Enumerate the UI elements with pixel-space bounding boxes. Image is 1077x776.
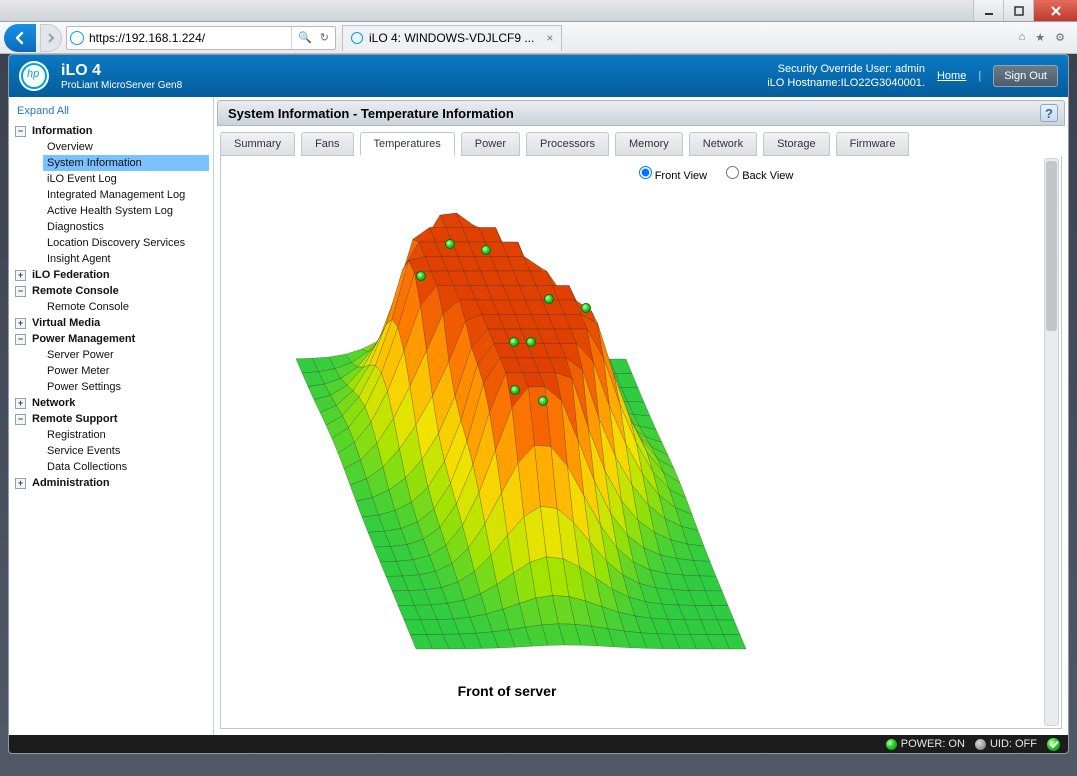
tree-toggle-icon[interactable]: + [15,478,26,489]
tab-network[interactable]: Network [689,132,757,156]
tree-toggle-icon[interactable]: − [15,334,26,345]
status-bar: POWER: ON UID: OFF [9,735,1068,753]
address-bar[interactable]: 🔍 ↻ [66,26,336,50]
tree-toggle-icon[interactable]: − [15,286,26,297]
tree-toggle-icon[interactable]: + [15,398,26,409]
sidebar-item-ilo-event-log[interactable]: iLO Event Log [43,171,209,187]
hp-logo [19,61,49,91]
page-title: System Information - Temperature Informa… [228,106,514,121]
sidebar-section-information[interactable]: −Information [13,123,209,139]
tab-memory[interactable]: Memory [615,132,683,156]
tab-summary[interactable]: Summary [220,132,295,156]
sidebar-item-insight-agent[interactable]: Insight Agent [43,251,209,267]
sidebar: Expand All −InformationOverviewSystem In… [9,97,214,735]
tab-title: iLO 4: WINDOWS-VDJLCF9 ... [369,31,534,45]
tab-processors[interactable]: Processors [526,132,609,156]
window-titlebar [0,0,1077,22]
home-icon[interactable]: ⌂ [1019,31,1026,44]
site-icon [67,31,87,45]
search-icon[interactable]: 🔍 [298,31,312,44]
scrollbar[interactable] [1044,158,1059,726]
tab-fans[interactable]: Fans [301,132,353,156]
tree-toggle-icon[interactable]: + [15,270,26,281]
uid-status: UID: OFF [975,738,1037,750]
tab-firmware[interactable]: Firmware [836,132,910,156]
sidebar-item-power-meter[interactable]: Power Meter [43,363,209,379]
tab-close-icon[interactable]: × [546,31,553,45]
tab-power[interactable]: Power [461,132,520,156]
temperature-chart: Front of server [237,190,777,705]
power-status: POWER: ON [886,738,965,750]
sidebar-section-remote-support[interactable]: −Remote Support [13,411,209,427]
refresh-icon[interactable]: ↻ [320,31,329,44]
sidebar-item-remote-console[interactable]: Remote Console [43,299,209,315]
browser-toolbar: 🔍 ↻ iLO 4: WINDOWS-VDJLCF9 ... × ⌂ ★ ⚙ [0,22,1077,54]
url-input[interactable] [87,31,291,45]
sidebar-section-ilo-federation[interactable]: +iLO Federation [13,267,209,283]
front-view-radio[interactable]: Front View [639,170,707,182]
ilo-app: iLO 4 ProLiant MicroServer Gen8 Security… [8,54,1069,754]
tab-temperatures[interactable]: Temperatures [360,132,455,156]
help-button[interactable]: ? [1040,104,1058,122]
tree-toggle-icon[interactable]: − [15,414,26,425]
sidebar-item-data-collections[interactable]: Data Collections [43,459,209,475]
maximize-button[interactable] [1003,0,1033,21]
sidebar-section-administration[interactable]: +Administration [13,475,209,491]
app-header: iLO 4 ProLiant MicroServer Gen8 Security… [9,55,1068,97]
page-title-bar: System Information - Temperature Informa… [217,100,1065,126]
chart-caption: Front of server [241,677,773,701]
sub-tabs: SummaryFans TemperaturesPowerProcessorsMe… [214,126,1068,156]
sidebar-item-power-settings[interactable]: Power Settings [43,379,209,395]
tab-storage[interactable]: Storage [763,132,830,156]
health-ok-icon [1047,738,1060,751]
product-title: iLO 4 [61,62,182,80]
sidebar-section-remote-console[interactable]: −Remote Console [13,283,209,299]
sidebar-item-system-information[interactable]: System Information [43,155,209,171]
back-button[interactable] [4,24,36,52]
tree-toggle-icon[interactable]: + [15,318,26,329]
minimize-button[interactable] [973,0,1003,21]
sign-out-button[interactable]: Sign Out [993,65,1058,87]
main-content: System Information - Temperature Informa… [214,97,1068,735]
tools-icon[interactable]: ⚙ [1055,31,1065,44]
browser-tab[interactable]: iLO 4: WINDOWS-VDJLCF9 ... × [342,25,562,51]
sidebar-item-service-events[interactable]: Service Events [43,443,209,459]
sidebar-item-overview[interactable]: Overview [43,139,209,155]
favorites-icon[interactable]: ★ [1035,31,1045,44]
session-info: Security Override User: admin iLO Hostna… [767,62,925,91]
back-view-radio[interactable]: Back View [726,170,793,182]
view-toggle: Front View Back View [383,164,1049,188]
home-link[interactable]: Home [937,70,966,82]
product-subtitle: ProLiant MicroServer Gen8 [61,80,182,91]
sidebar-item-registration[interactable]: Registration [43,427,209,443]
sidebar-item-integrated-management-log[interactable]: Integrated Management Log [43,187,209,203]
close-button[interactable] [1033,0,1077,21]
sidebar-section-network[interactable]: +Network [13,395,209,411]
tab-favicon [351,32,363,44]
sidebar-item-location-discovery-services[interactable]: Location Discovery Services [43,235,209,251]
expand-all-link[interactable]: Expand All [13,103,209,123]
sidebar-item-active-health-system-log[interactable]: Active Health System Log [43,203,209,219]
sidebar-section-power-management[interactable]: −Power Management [13,331,209,347]
sidebar-item-server-power[interactable]: Server Power [43,347,209,363]
forward-button[interactable] [40,24,62,52]
sidebar-section-virtual-media[interactable]: +Virtual Media [13,315,209,331]
sidebar-item-diagnostics[interactable]: Diagnostics [43,219,209,235]
tree-toggle-icon[interactable]: − [15,126,26,137]
